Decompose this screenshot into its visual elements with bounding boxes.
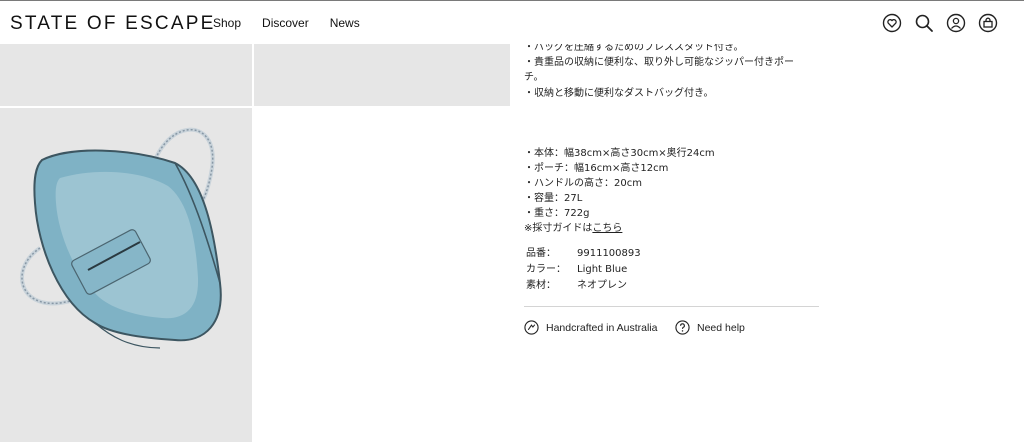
wishlist-heart-icon[interactable] — [882, 13, 902, 33]
handcrafted-icon — [524, 320, 539, 335]
handcrafted-label: Handcrafted in Australia — [546, 321, 658, 334]
nav-news[interactable]: News — [330, 16, 360, 30]
spec-line: ・ポーチ：幅16cm×高さ12cm — [524, 163, 669, 174]
spec-line: ・容量：27L — [524, 193, 583, 204]
description-bullet: ・収納と移動に便利なダストバッグ付き。 — [524, 88, 714, 99]
spec-line: ・ハンドルの高さ：20cm — [524, 178, 642, 189]
spec-line: ・重さ：722g — [524, 208, 590, 219]
meta-row-sku: 品番： 9911100893 — [526, 246, 641, 262]
header-icons — [882, 13, 998, 33]
size-guide: ※採寸ガイドはこちら — [524, 221, 715, 236]
site-header: STATE OF ESCAPE Shop Discover News — [0, 1, 1024, 44]
search-icon[interactable] — [914, 13, 934, 33]
brand-logo[interactable]: STATE OF ESCAPE — [10, 13, 215, 35]
handcrafted-badge: Handcrafted in Australia — [524, 320, 657, 335]
meta-value: 9911100893 — [577, 248, 641, 259]
cart-icon[interactable] — [978, 13, 998, 33]
description-bullet: チ。 — [524, 72, 544, 83]
spec-list: ・本体：幅38cm×高さ30cm×奥行24cm ・ポーチ：幅16cm×高さ12c… — [524, 146, 715, 236]
gallery-image-bag[interactable] — [0, 108, 252, 442]
account-icon[interactable] — [946, 13, 966, 33]
product-meta: 品番： 9911100893 カラー： Light Blue 素材： ネオプレン — [526, 246, 641, 294]
need-help-label[interactable]: Need help — [697, 322, 745, 334]
meta-label: カラー： — [526, 264, 566, 275]
gallery-image-top-right[interactable] — [254, 44, 510, 106]
gallery-image-top-left[interactable] — [0, 44, 252, 106]
meta-value: Light Blue — [577, 264, 628, 275]
meta-label: 品番： — [526, 248, 556, 259]
help-question-icon — [675, 320, 690, 335]
meta-label: 素材： — [526, 280, 556, 291]
meta-row-color: カラー： Light Blue — [526, 262, 641, 278]
size-guide-link[interactable]: こちら — [592, 223, 622, 234]
main-nav: Shop Discover News — [213, 16, 360, 30]
meta-row-material: 素材： ネオプレン — [526, 278, 641, 294]
description-bullet: ・貴重品の収納に便利な、取り外し可能なジッパー付きポー — [524, 57, 794, 68]
meta-value: ネオプレン — [577, 280, 627, 291]
tote-bag-image — [20, 127, 222, 349]
spec-line: ・本体：幅38cm×高さ30cm×奥行24cm — [524, 148, 715, 159]
need-help-link[interactable]: Need help — [675, 320, 745, 335]
size-guide-prefix: ※採寸ガイドは — [524, 223, 593, 234]
section-divider — [524, 306, 819, 307]
nav-discover[interactable]: Discover — [262, 16, 309, 30]
nav-shop[interactable]: Shop — [213, 16, 241, 30]
